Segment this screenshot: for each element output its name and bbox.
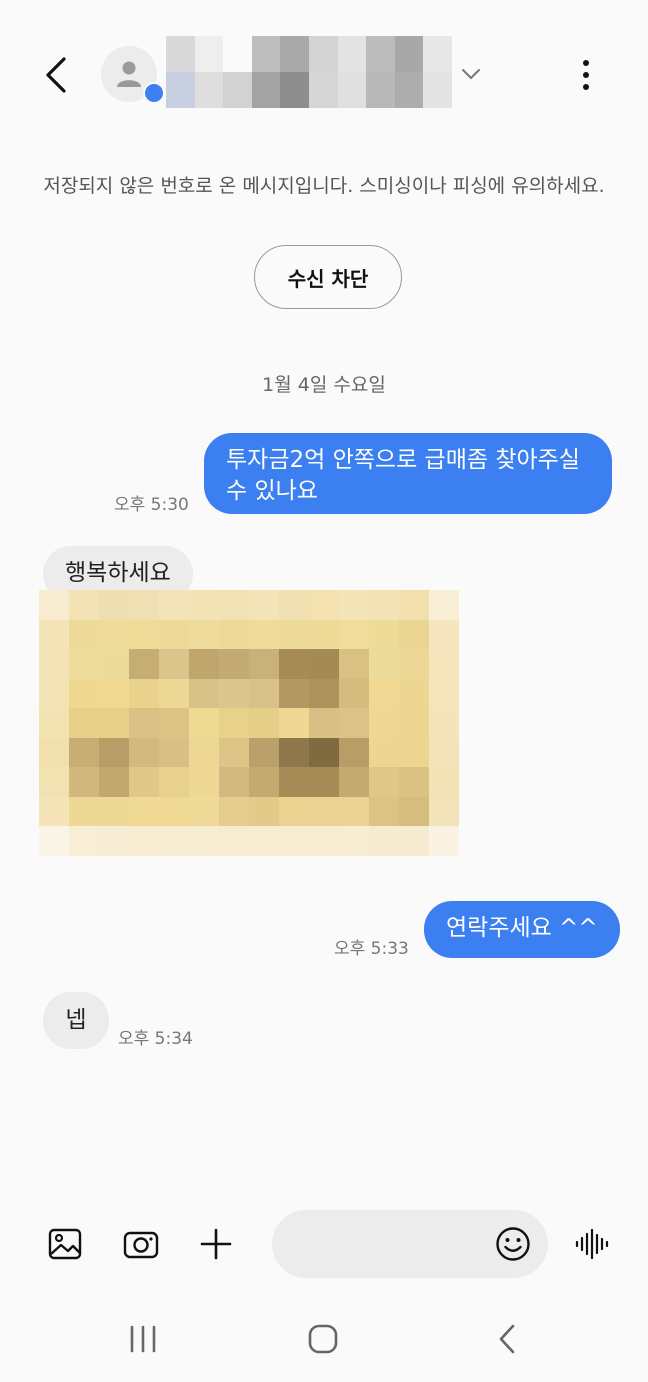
recent-apps-icon xyxy=(130,1325,156,1353)
outgoing-message[interactable]: 연락주세요 ^^ xyxy=(424,901,620,958)
plus-icon xyxy=(200,1228,232,1260)
home-icon xyxy=(308,1324,338,1354)
camera-icon xyxy=(123,1231,159,1259)
gallery-button[interactable] xyxy=(41,1220,89,1268)
message-timestamp: 오후 5:30 xyxy=(114,495,189,515)
message-timestamp: 오후 5:34 xyxy=(118,1029,193,1049)
chat-badge-icon xyxy=(143,82,165,104)
more-options-button[interactable] xyxy=(566,50,606,100)
recent-apps-button[interactable] xyxy=(118,1314,168,1364)
spam-warning-notice: 저장되지 않은 번호로 온 메시지입니다. 스미싱이나 피싱에 유의하세요. xyxy=(43,175,605,197)
message-timestamp: 오후 5:33 xyxy=(334,939,409,959)
chevron-left-icon xyxy=(46,57,66,93)
emoji-button[interactable] xyxy=(489,1220,537,1268)
date-separator: 1월 4일 수요일 xyxy=(262,374,386,396)
system-back-button[interactable] xyxy=(482,1314,532,1364)
back-icon xyxy=(499,1324,515,1354)
add-attachment-button[interactable] xyxy=(192,1220,240,1268)
voice-icon xyxy=(575,1229,609,1259)
camera-button[interactable] xyxy=(117,1220,165,1268)
block-number-button[interactable]: 수신 차단 xyxy=(254,245,402,309)
person-icon xyxy=(117,61,141,87)
message-input[interactable] xyxy=(294,1210,484,1278)
gallery-icon xyxy=(48,1228,82,1260)
emoji-icon xyxy=(496,1227,530,1261)
incoming-message[interactable]: 넵 xyxy=(43,992,109,1049)
voice-record-button[interactable] xyxy=(568,1220,616,1268)
chevron-down-icon xyxy=(462,69,480,80)
expand-contact-button[interactable] xyxy=(455,58,487,90)
incoming-image-attachment[interactable] xyxy=(39,590,459,856)
home-button[interactable] xyxy=(298,1314,348,1364)
outgoing-message[interactable]: 투자금2억 안쪽으로 급매좀 찾아주실수 있나요 xyxy=(204,433,612,514)
contact-name-redacted[interactable] xyxy=(166,36,452,108)
back-button[interactable] xyxy=(30,50,80,100)
vertical-dots-icon xyxy=(583,60,589,90)
